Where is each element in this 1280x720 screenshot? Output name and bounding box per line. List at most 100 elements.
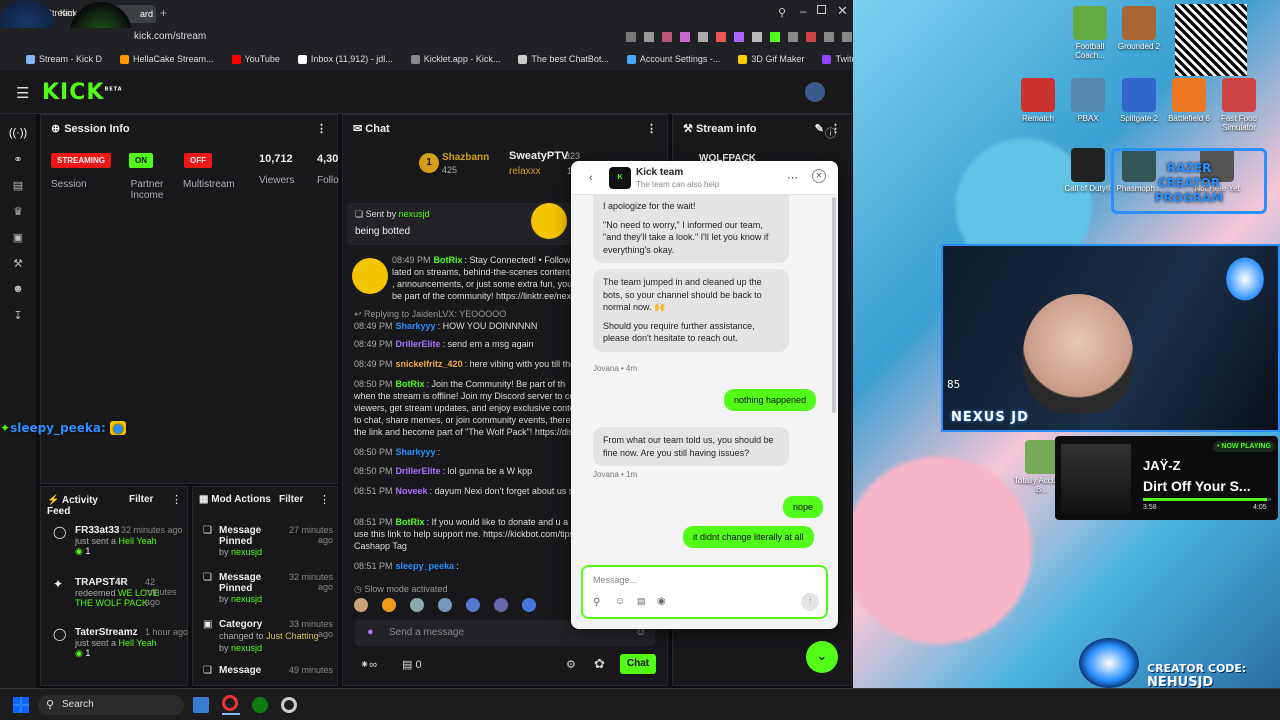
taskbar-opera-icon[interactable] [222,695,240,715]
bookmark[interactable]: Stream - Kick D [26,54,102,64]
mod-item-user[interactable]: nexusjd [231,547,262,557]
support-launcher-chevron-down-icon[interactable]: ⌄ [806,641,838,673]
send-icon[interactable]: ↑ [801,593,819,611]
pinned-user[interactable]: nexusjd [399,209,430,219]
extension-icon[interactable] [644,32,654,42]
more-options-icon[interactable]: ⋮ [646,122,657,135]
chat-username[interactable]: Sharkyyy [396,321,436,331]
attach-icon[interactable]: ⚲ [593,597,600,608]
extension-icon[interactable] [734,32,744,42]
bookmark[interactable]: Kicklet.app - Kick... [410,54,500,64]
more-options-icon[interactable]: ⋮ [316,122,327,135]
emote-icon[interactable] [382,598,396,612]
taskbar-xbox-icon[interactable] [252,697,268,713]
url-bar[interactable]: kick.com/stream [0,28,853,48]
mod-item-user[interactable]: nexusjd [231,643,262,653]
bookmark[interactable]: YouTube [231,54,280,64]
chat-send-button[interactable]: Chat [620,654,656,674]
desktop-icon[interactable]: Grounded 2 [1110,6,1168,51]
wrench-icon[interactable]: ⚒ [0,250,36,276]
activity-filter-button[interactable]: Filter [129,494,153,505]
scrollbar[interactable] [832,197,836,413]
kick-logo[interactable]: KICKBETA [42,80,123,105]
points-icon[interactable]: ⁕∞ [360,658,377,671]
emote-icon[interactable] [494,598,508,612]
more-options-icon[interactable]: ⋮ [319,493,330,506]
users-icon[interactable]: ☻ [0,276,36,302]
new-tab-button[interactable]: + [160,6,167,20]
chat-username[interactable]: sleepy_peeka [396,561,455,571]
hamburger-menu-icon[interactable]: ☰ [16,84,29,102]
heart-icon[interactable] [662,32,672,42]
chat-username[interactable]: DrillerElite [396,466,441,476]
info-icon[interactable]: ⓘ [825,125,836,141]
gift-icon[interactable]: ▤ 0 [402,658,422,671]
bookmark[interactable]: Account Settings -... [626,54,720,64]
emoji-icon[interactable]: ☺ [615,596,625,607]
back-arrow-icon[interactable]: ‹ [589,172,593,184]
desktop-icon[interactable]: Fast Food Simulator [1210,78,1268,132]
extension-icon[interactable] [698,32,708,42]
mod-item-user[interactable]: nexusjd [231,594,262,604]
maximize-button[interactable] [817,5,826,14]
more-options-icon[interactable]: ⋮ [171,493,182,506]
top-gifter-2[interactable]: SweatyPTV [509,150,568,162]
mic-icon[interactable]: ◉ [657,596,666,607]
emote-icon[interactable] [522,598,536,612]
broadcast-icon[interactable]: ((·)) [0,120,36,146]
bookmark[interactable]: The best ChatBot... [518,54,609,64]
edit-icon[interactable]: ✎ [815,123,824,135]
url-text[interactable]: kick.com/stream [134,31,206,42]
top-gifter-3[interactable]: relaxxx [509,166,541,177]
puzzle-icon[interactable] [788,32,798,42]
link-icon[interactable]: ⚭ [0,146,36,172]
emote-picker-icon[interactable]: ✿ [594,656,605,672]
taskbar-chrome-icon[interactable] [281,697,297,713]
trophy-icon[interactable]: ♛ [0,198,36,224]
emote-icon[interactable] [466,598,480,612]
support-message-input[interactable]: Message... ⚲ ☺ ▤ ◉ ↑ [581,565,828,619]
more-options-icon[interactable]: ⋯ [787,171,798,184]
top-gifter-1[interactable]: Shazbann [442,152,489,163]
extension-icon[interactable] [752,32,762,42]
mod-filter-button[interactable]: Filter [279,494,303,505]
profile-icon[interactable] [842,32,852,42]
taskbar-app-icon[interactable] [193,697,209,713]
upload-icon[interactable]: ↧ [0,302,36,328]
search-tabs-icon[interactable]: ⚲ [778,6,786,19]
mic-icon[interactable]: ● [367,626,374,638]
chat-username[interactable]: BotRix [396,517,425,527]
close-window-button[interactable]: ✕ [837,3,848,19]
video-icon[interactable]: ▣ [0,224,36,250]
extension-icon[interactable] [806,32,816,42]
desktop-icon[interactable]: Call of Duty® [1059,148,1117,193]
chat-username[interactable]: snickelfritz_420 [396,359,463,369]
download-icon[interactable] [824,32,834,42]
settings-gear-icon[interactable]: ⚙ [566,658,576,671]
emote-icon[interactable] [438,598,452,612]
kick-extension-icon[interactable] [770,32,780,42]
partner-on-badge[interactable]: ON [129,153,153,168]
emote-icon[interactable] [354,598,368,612]
taskbar-search[interactable]: ⚲ Search [38,695,184,715]
gif-icon[interactable]: ▤ [637,596,646,607]
bookmark[interactable]: HellaCake Stream... [120,54,214,64]
chat-username[interactable]: BotRix [396,379,425,389]
minimize-button[interactable]: – [800,4,807,18]
windows-start-icon[interactable] [13,697,29,713]
chat-username[interactable]: BotRix [434,255,463,265]
user-avatar[interactable] [805,82,825,102]
extension-icon[interactable] [626,32,636,42]
bookmark[interactable]: Twitch [822,54,853,64]
chat-username[interactable]: Sharkyyy [396,447,436,457]
multistream-off-badge[interactable]: OFF [184,153,212,168]
chat-username[interactable]: DrillerElite [396,339,441,349]
close-icon[interactable]: ✕ [812,169,826,183]
bookmark[interactable]: Inbox (11,912) - jdl... [297,54,393,64]
chat-username[interactable]: Noveek [396,486,428,496]
emote-icon[interactable] [410,598,424,612]
analytics-icon[interactable]: ▤ [0,172,36,198]
extension-icon[interactable] [716,32,726,42]
desktop-icon[interactable]: PBAX [1059,78,1117,123]
extension-icon[interactable] [680,32,690,42]
